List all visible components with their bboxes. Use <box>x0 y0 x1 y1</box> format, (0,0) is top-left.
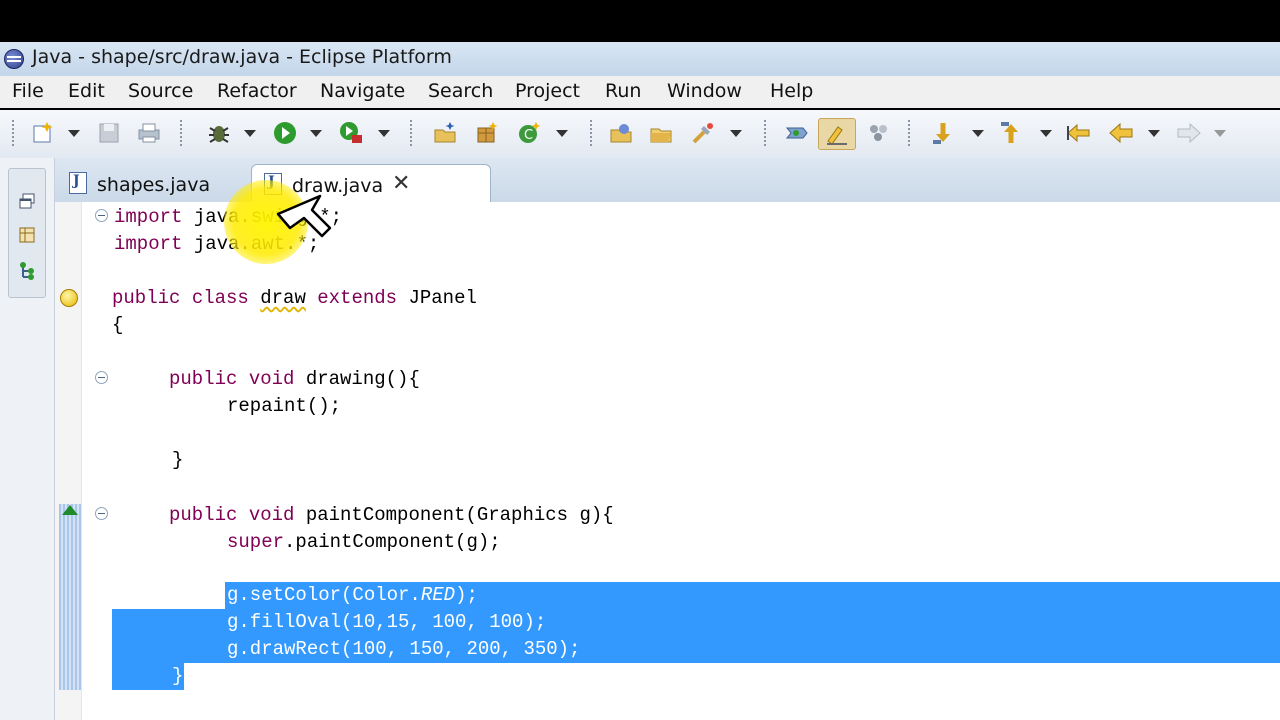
show-whitespace-icon[interactable] <box>866 120 892 146</box>
open-type-icon[interactable] <box>608 120 634 146</box>
java-file-icon <box>69 172 87 194</box>
run-icon[interactable] <box>272 120 298 146</box>
menu-project[interactable]: Project <box>515 80 580 102</box>
menu-search[interactable]: Search <box>428 80 493 102</box>
fold-collapse-icon[interactable] <box>95 209 108 222</box>
back-icon[interactable] <box>1108 120 1134 146</box>
main-toolbar: C <box>0 110 1280 159</box>
toolbar-separator <box>908 120 910 148</box>
toolbar-separator <box>12 120 14 148</box>
next-annotation-icon[interactable] <box>930 120 956 146</box>
minimized-views-panel <box>8 168 46 298</box>
new-class-icon[interactable]: C <box>516 120 542 146</box>
new-java-project-icon[interactable] <box>432 120 458 146</box>
mark-occurrences-icon[interactable] <box>818 118 856 150</box>
code-line-5: { <box>112 314 124 336</box>
new-wizard-icon[interactable] <box>30 120 56 146</box>
run-dropdown-icon[interactable] <box>310 130 322 137</box>
code-area[interactable]: import java.swing.*; import java.awt.*; … <box>112 202 1280 720</box>
last-edit-location-icon[interactable] <box>1066 120 1092 146</box>
eclipse-logo-icon <box>4 49 24 69</box>
menu-source[interactable]: Source <box>128 80 193 102</box>
left-trim-stack <box>0 158 55 720</box>
mouse-pointer-icon <box>276 192 332 248</box>
toolbar-separator <box>590 120 592 148</box>
forward-dropdown-icon[interactable] <box>1214 130 1226 137</box>
search-icon[interactable] <box>690 120 716 146</box>
menu-run[interactable]: Run <box>605 80 641 102</box>
selection-line-16: g.fillOval(10,15, 100, 100); <box>112 609 1280 636</box>
override-marker-icon[interactable] <box>62 505 78 515</box>
window-title-bar: Java - shape/src/draw.java - Eclipse Pla… <box>0 42 1280 76</box>
toolbar-separator <box>764 120 766 148</box>
code-line-13: super.paintComponent(g); <box>227 531 501 553</box>
selection-line-18: } <box>112 663 1280 690</box>
fold-collapse-icon[interactable] <box>95 371 108 384</box>
next-annotation-dropdown-icon[interactable] <box>972 130 984 137</box>
menu-window[interactable]: Window <box>667 80 742 102</box>
previous-annotation-icon[interactable] <box>998 120 1024 146</box>
code-line-4: public class draw extends JPanel <box>112 287 477 309</box>
toggle-breadcrumb-icon[interactable] <box>784 120 810 146</box>
code-line-12: public void paintComponent(Graphics g){ <box>169 504 614 526</box>
open-folder-icon[interactable] <box>648 120 674 146</box>
external-tools-dropdown-icon[interactable] <box>378 130 390 137</box>
tab-shapes-java[interactable]: shapes.java <box>59 164 245 202</box>
selection-line-17: g.drawRect(100, 150, 200, 350); <box>112 636 1280 663</box>
quick-diff-change-bar <box>59 504 81 690</box>
window-title: Java - shape/src/draw.java - Eclipse Pla… <box>32 46 452 68</box>
previous-annotation-dropdown-icon[interactable] <box>1040 130 1052 137</box>
menu-help[interactable]: Help <box>770 80 813 102</box>
back-dropdown-icon[interactable] <box>1148 130 1160 137</box>
warning-marker-icon[interactable] <box>60 289 78 307</box>
warning-underline: draw <box>260 287 306 309</box>
tab-label: shapes.java <box>97 174 211 196</box>
hierarchy-icon[interactable] <box>17 261 37 281</box>
print-icon[interactable] <box>136 120 162 146</box>
run-external-tool-icon[interactable] <box>338 120 364 146</box>
code-line-10: } <box>172 449 184 471</box>
forward-icon[interactable] <box>1176 120 1202 146</box>
restore-icon[interactable] <box>17 191 37 211</box>
menu-bar: File Edit Source Refactor Navigate Searc… <box>0 76 1280 108</box>
toolbar-separator <box>180 120 182 148</box>
menu-file[interactable]: File <box>12 80 44 102</box>
toolbar-separator <box>410 120 412 148</box>
debug-dropdown-icon[interactable] <box>244 130 256 137</box>
menu-edit[interactable]: Edit <box>68 80 105 102</box>
new-dropdown-icon[interactable] <box>68 130 80 137</box>
svg-text:C: C <box>524 128 533 143</box>
debug-icon[interactable] <box>206 120 232 146</box>
java-editor[interactable]: import java.swing.*; import java.awt.*; … <box>55 202 1280 720</box>
code-line-7: public void drawing(){ <box>169 368 420 390</box>
menu-navigate[interactable]: Navigate <box>320 80 405 102</box>
selection-line-15: g.setColor(Color.RED); <box>112 582 1280 609</box>
fold-collapse-icon[interactable] <box>95 507 108 520</box>
code-line-8: repaint(); <box>227 395 342 417</box>
menu-refactor[interactable]: Refactor <box>217 80 297 102</box>
close-tab-icon[interactable]: ✕ <box>392 171 410 196</box>
new-class-dropdown-icon[interactable] <box>556 130 568 137</box>
new-package-icon[interactable] <box>474 120 500 146</box>
save-icon[interactable] <box>96 120 122 146</box>
editor-vertical-ruler <box>55 202 82 720</box>
package-explorer-icon[interactable] <box>17 225 37 245</box>
search-dropdown-icon[interactable] <box>730 130 742 137</box>
